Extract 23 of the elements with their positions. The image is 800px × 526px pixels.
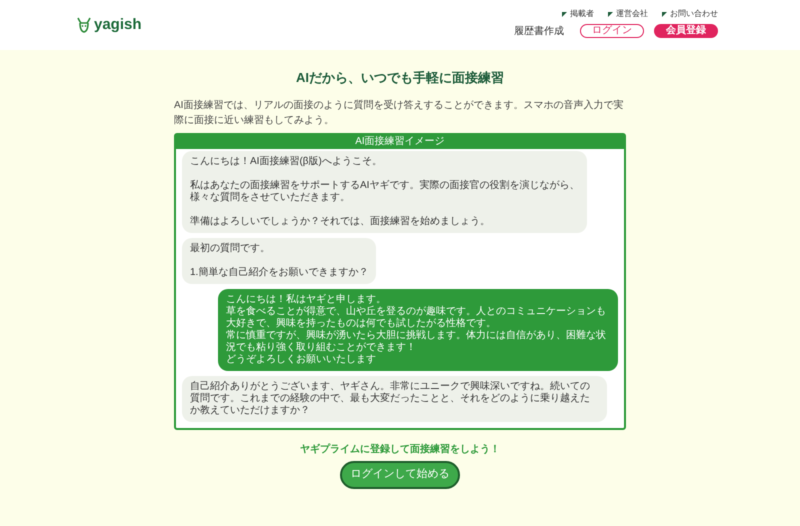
message-line: こんにちは！私はヤギと申します。 xyxy=(226,294,387,306)
goat-logo-icon xyxy=(76,16,92,34)
logo-text[interactable]: yagish xyxy=(94,14,142,36)
promo-text: ヤギプライムに登録して面接練習をしよう！ xyxy=(300,442,500,456)
register-button[interactable]: 会員登録 xyxy=(654,24,718,38)
message-line: 様々な質問をさせていただきます。 xyxy=(190,192,351,204)
description-text: AI面接練習では、リアルの面接のように質問を受け答えすることができます。スマホの音声入力で実際に面接に近い練習もしてみよう。 xyxy=(174,98,624,128)
resume-link[interactable]: 履歴書作成 xyxy=(514,24,564,38)
message-line: どうぞよろしくお願いいたします xyxy=(226,354,377,366)
message-line: 最初の質問です。 xyxy=(190,242,271,254)
message-line: 常に慎重ですが、興味が湧いたら大胆に挑戦します。体力には自信があり、困難な状況でも粘り強く取り組むことができます！ xyxy=(226,330,607,354)
top-link[interactable]: お問い合わせ xyxy=(662,10,718,18)
section-title: AIだから、いつでも手軽に面接練習 xyxy=(296,69,504,87)
message-line: こんにちは！AI面接練習(β版)へようこそ。 xyxy=(190,156,383,168)
message-line: 準備はよろしいでしょうか？それでは、面接練習を始めましょう。 xyxy=(190,216,491,228)
login-button[interactable]: ログイン xyxy=(580,24,644,38)
top-link[interactable]: 運営会社 xyxy=(608,10,648,18)
message-line: 自己紹介ありがとうございます、ヤギさん。非常にユニークで興味深いですね。続いての質問です。これまでの経験の中で、最も大変だったことと、それをどのように乗り越えたか教えていただけますか？ xyxy=(190,380,591,416)
chat-panel-title: AI面接練習イメージ xyxy=(176,134,624,148)
message-line: 私はあなたの面接練習をサポートするAIヤギです。実際の面接官の役割を演じながら、 xyxy=(190,180,580,192)
top-link[interactable]: 掲載者 xyxy=(562,10,594,18)
message-line: 1.簡単な自己紹介をお願いできますか？ xyxy=(190,266,368,278)
message-line: 草を食べることが得意で、山や丘を登るのが趣味です。人とのコミュニケーションも大好きで、興味を持ったものは何でも試したがる性格です。 xyxy=(226,306,607,330)
